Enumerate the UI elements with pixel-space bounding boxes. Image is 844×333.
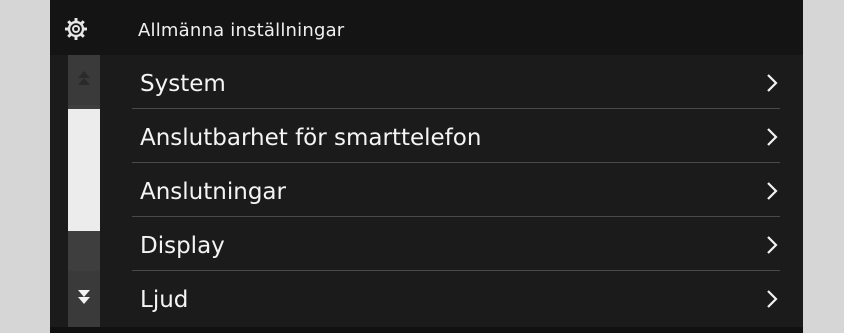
menu-item-sound[interactable]: Ljud [132, 271, 780, 324]
chevron-right-icon [767, 182, 778, 200]
chevron-right-icon [767, 74, 778, 92]
menu-item-system[interactable]: System [132, 55, 780, 109]
menu-item-label: Anslutbarhet för smarttelefon [140, 125, 482, 151]
chevron-right-icon [767, 290, 778, 308]
header-bar: Allmänna inställningar [50, 0, 803, 55]
scroll-down-icon [78, 290, 90, 304]
menu-item-connections[interactable]: Anslutningar [132, 163, 780, 217]
scroll-down-button[interactable] [68, 271, 100, 327]
settings-menu: System Anslutbarhet för smarttelefon Ans… [132, 55, 780, 324]
scrollbar[interactable] [68, 55, 100, 327]
scroll-thumb[interactable] [68, 109, 100, 231]
chevron-right-icon [767, 236, 778, 254]
scroll-up-icon [78, 71, 90, 85]
menu-item-label: Display [140, 233, 225, 259]
bottom-edge [50, 327, 803, 333]
scroll-up-button[interactable] [68, 55, 100, 105]
page-title: Allmänna inställningar [138, 20, 345, 41]
menu-item-label: System [140, 71, 226, 97]
chevron-right-icon [767, 128, 778, 146]
gear-icon [64, 17, 88, 41]
menu-item-smartphone-connectivity[interactable]: Anslutbarhet för smarttelefon [132, 109, 780, 163]
menu-item-label: Anslutningar [140, 179, 286, 205]
settings-screen: Allmänna inställningar System Anslutbarh… [50, 0, 803, 333]
menu-item-label: Ljud [140, 287, 189, 313]
menu-item-display[interactable]: Display [132, 217, 780, 271]
